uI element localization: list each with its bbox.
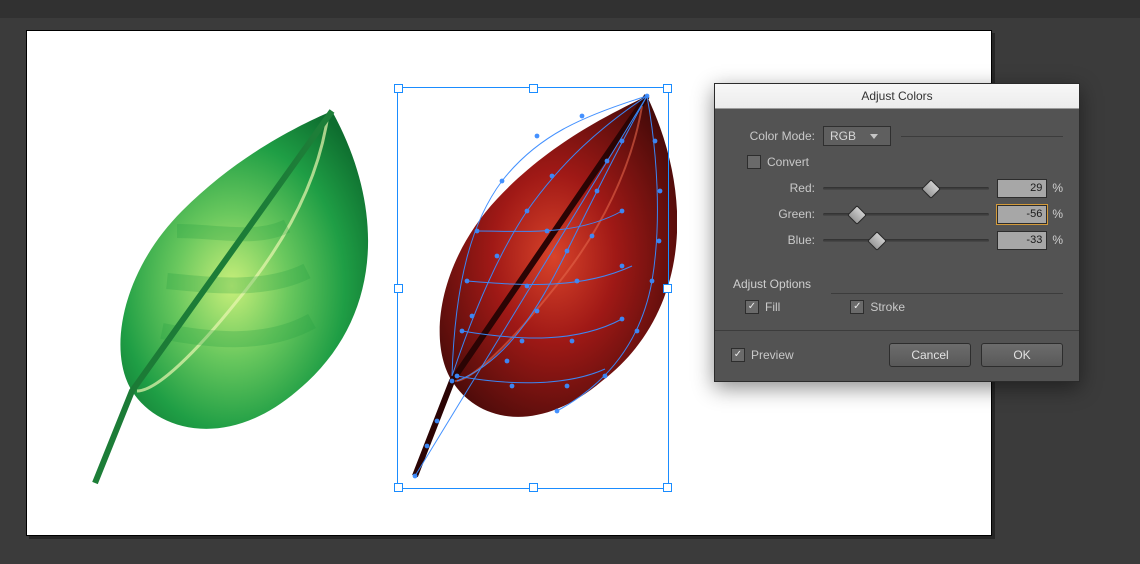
convert-checkbox[interactable] (747, 155, 761, 169)
resize-handle-ml[interactable] (394, 284, 403, 293)
blue-label: Blue: (731, 233, 823, 247)
green-label: Green: (731, 207, 823, 221)
dialog-title[interactable]: Adjust Colors (715, 84, 1079, 109)
percent-sign: % (1052, 181, 1063, 195)
resize-handle-bl[interactable] (394, 483, 403, 492)
adjust-options-title: Adjust Options (733, 277, 1063, 291)
green-value[interactable]: -56 (997, 205, 1047, 224)
red-value[interactable]: 29 (997, 179, 1047, 198)
blue-value[interactable]: -33 (997, 231, 1047, 250)
divider (715, 330, 1079, 331)
red-slider[interactable] (823, 179, 989, 197)
percent-sign: % (1052, 233, 1063, 247)
resize-handle-tc[interactable] (529, 84, 538, 93)
fill-checkbox[interactable] (745, 300, 759, 314)
stroke-label: Stroke (870, 300, 905, 314)
resize-handle-tl[interactable] (394, 84, 403, 93)
resize-handle-mr[interactable] (663, 284, 672, 293)
preview-label: Preview (751, 348, 794, 362)
resize-handle-br[interactable] (663, 483, 672, 492)
divider (901, 136, 1063, 137)
percent-sign: % (1052, 207, 1063, 221)
cancel-button[interactable]: Cancel (889, 343, 971, 367)
fill-label: Fill (765, 300, 780, 314)
selection-bounding-box[interactable] (397, 87, 669, 489)
blue-slider[interactable] (823, 231, 989, 249)
app-toolbar (0, 0, 1140, 18)
resize-handle-tr[interactable] (663, 84, 672, 93)
resize-handle-bc[interactable] (529, 483, 538, 492)
preview-checkbox[interactable] (731, 348, 745, 362)
red-label: Red: (731, 181, 823, 195)
ok-button[interactable]: OK (981, 343, 1063, 367)
adjust-colors-dialog[interactable]: Adjust Colors Color Mode: RGB Convert Re… (714, 83, 1080, 382)
color-mode-dropdown[interactable]: RGB (823, 126, 891, 146)
color-mode-value: RGB (830, 129, 856, 143)
color-mode-label: Color Mode: (731, 129, 823, 143)
leaf-green (87, 91, 397, 494)
chevron-down-icon (870, 134, 878, 139)
stroke-checkbox[interactable] (850, 300, 864, 314)
convert-label: Convert (767, 155, 809, 169)
green-slider[interactable] (823, 205, 989, 223)
